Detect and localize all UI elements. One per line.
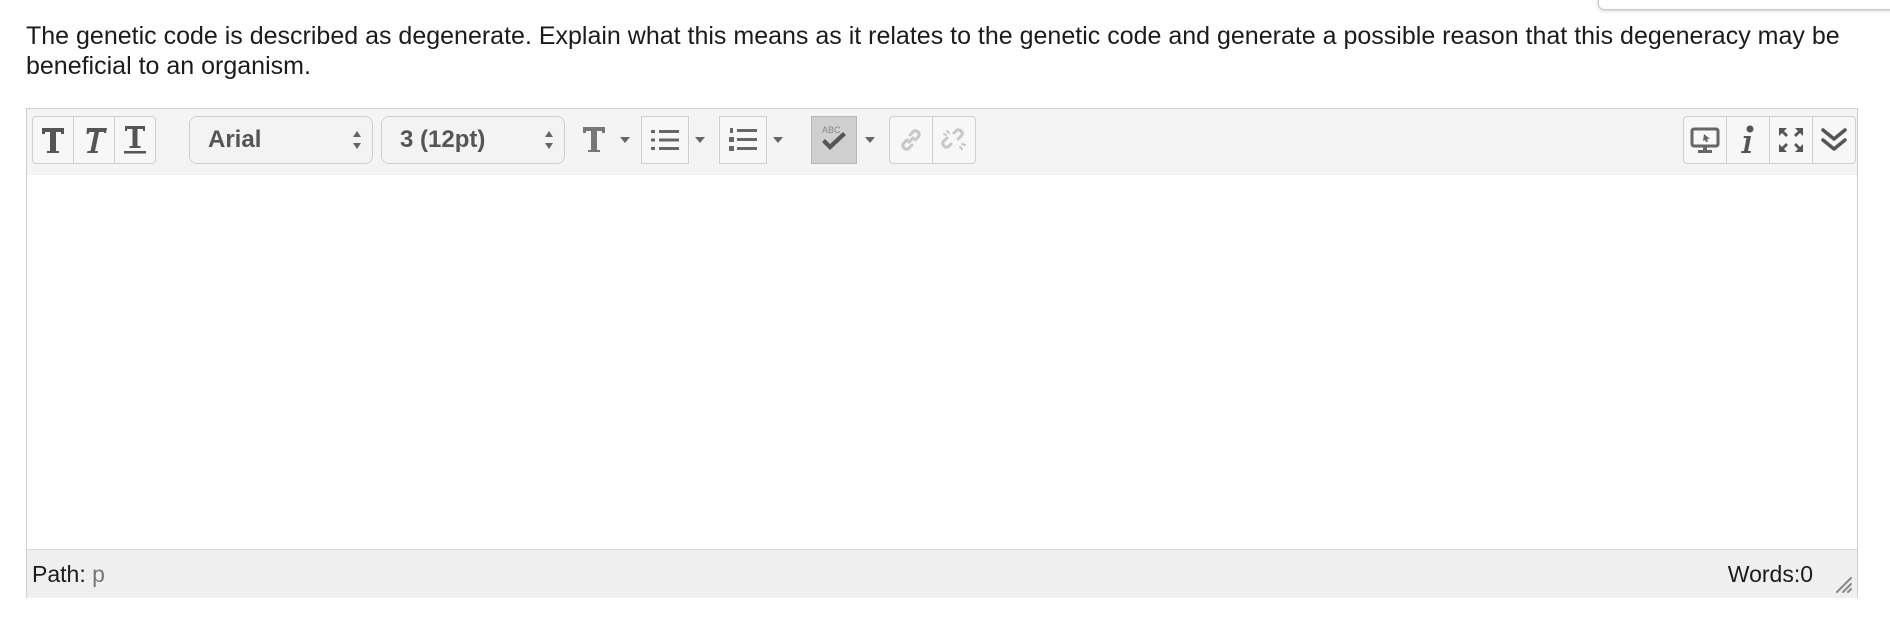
unlink-button[interactable] (932, 116, 976, 164)
spellcheck-dropdown[interactable] (859, 116, 881, 164)
select-arrows-icon (353, 131, 361, 149)
caret-down-icon (773, 137, 783, 143)
bullet-list-icon (651, 130, 679, 150)
bold-button[interactable] (32, 116, 74, 164)
word-count: Words:0 (1727, 561, 1813, 587)
svg-text:ABC: ABC (822, 125, 841, 135)
bold-icon (42, 128, 64, 153)
bullet-list-dropdown[interactable] (689, 116, 711, 164)
editor-content-area[interactable] (27, 175, 1857, 549)
editor-statusbar: Path: p Words:0 (27, 549, 1857, 598)
underline-button[interactable] (114, 116, 156, 164)
link-icon (901, 129, 921, 151)
font-size-select[interactable]: 3 (12pt) (381, 116, 565, 164)
select-arrows-icon (545, 131, 553, 149)
path-label: Path: (32, 561, 86, 587)
italic-button[interactable] (73, 116, 115, 164)
caret-down-icon (865, 137, 875, 143)
spellcheck-icon: ABC (822, 125, 846, 150)
collapse-toolbar-button[interactable] (1812, 116, 1856, 164)
spellcheck-button[interactable]: ABC (811, 116, 857, 164)
numbered-list-dropdown[interactable] (767, 116, 789, 164)
bullet-list-button[interactable] (641, 116, 689, 164)
fullscreen-icon (1779, 128, 1803, 152)
font-family-value: Arial (208, 126, 262, 153)
numbered-list-icon (729, 128, 757, 151)
double-chevron-down-icon (1821, 128, 1847, 151)
info-button[interactable] (1726, 116, 1770, 164)
caret-down-icon (620, 137, 630, 143)
preview-button[interactable] (1683, 116, 1727, 164)
font-size-value: 3 (12pt) (400, 126, 486, 153)
text-color-dropdown[interactable] (614, 116, 636, 164)
fullscreen-button[interactable] (1769, 116, 1813, 164)
overlay-panel-fragment (1598, 0, 1890, 10)
editor-toolbar: Arial 3 (12pt) ABC (27, 109, 1857, 176)
link-button[interactable] (889, 116, 933, 164)
caret-down-icon (695, 137, 705, 143)
font-family-select[interactable]: Arial (189, 116, 373, 164)
text-color-button[interactable] (573, 116, 615, 164)
info-icon (1741, 125, 1754, 153)
resize-handle-icon[interactable] (1831, 572, 1853, 594)
italic-icon (86, 128, 107, 153)
question-text: The genetic code is described as degener… (26, 22, 1840, 80)
underline-icon (124, 126, 146, 154)
text-color-icon (583, 127, 605, 152)
unlink-icon (941, 128, 966, 150)
rich-text-editor: Arial 3 (12pt) ABC Path: p Words:0 (26, 108, 1858, 598)
preview-icon (1690, 127, 1720, 153)
numbered-list-button[interactable] (719, 116, 767, 164)
path-element-p[interactable]: p (92, 561, 105, 587)
path-indicator: Path: p (32, 561, 105, 588)
